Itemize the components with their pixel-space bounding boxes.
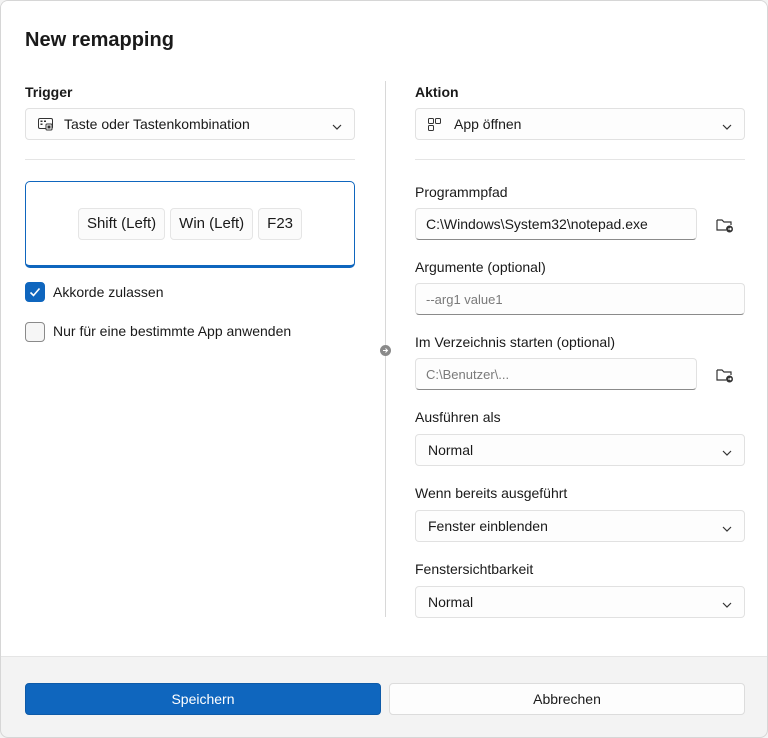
chevron-down-icon [722,597,732,608]
run-as-value: Normal [428,442,474,458]
program-path-value: C:\Windows\System32\notepad.exe [426,216,648,232]
window-visibility-label: Fenstersichtbarkeit [415,561,534,577]
chevron-down-icon [722,521,732,532]
key-chip: Shift (Left) [77,207,166,240]
trigger-divider [25,159,355,160]
program-path-label: Programmpfad [415,184,508,200]
dialog-title: New remapping [25,29,174,51]
if-running-label: Wenn bereits ausgeführt [415,485,568,501]
start-dir-placeholder: C:\Benutzer\... [426,366,510,382]
cancel-button[interactable]: Abbrechen [389,683,745,715]
arguments-input[interactable]: --arg1 value1 [415,283,745,315]
dialog-content: New remapping Trigger Taste oder Tastenk… [1,1,767,657]
key-chip: F23 [258,207,303,240]
folder-open-icon [716,369,733,383]
action-type-select[interactable]: App öffnen [415,108,745,140]
action-divider [415,159,745,160]
if-running-value: Fenster einblenden [428,518,548,534]
key-capture-box[interactable]: Shift (Left) Win (Left) F23 [25,181,355,268]
allow-chords-label: Akkorde zulassen [53,284,164,300]
action-type-value: App öffnen [454,116,522,132]
start-dir-input[interactable]: C:\Benutzer\... [415,358,697,390]
arrow-right-icon [380,345,391,356]
trigger-type-value: Taste oder Tastenkombination [64,116,250,132]
key-chip: Win (Left) [170,207,254,240]
trigger-type-select[interactable]: Taste oder Tastenkombination [25,108,355,140]
save-button[interactable]: Speichern [25,683,381,715]
action-section-label: Aktion [415,84,459,100]
start-dir-label: Im Verzeichnis starten (optional) [415,334,615,350]
arguments-placeholder: --arg1 value1 [426,291,503,307]
app-specific-checkbox[interactable] [25,322,45,342]
arguments-label: Argumente (optional) [415,259,546,275]
chevron-down-icon [722,119,732,130]
run-as-select[interactable]: Normal [415,434,745,466]
remapping-dialog: New remapping Trigger Taste oder Tastenk… [0,0,768,738]
program-path-input[interactable]: C:\Windows\System32\notepad.exe [415,208,697,240]
trigger-section-label: Trigger [25,84,73,100]
window-visibility-select[interactable]: Normal [415,586,745,618]
browse-program-button[interactable] [713,213,737,237]
folder-open-icon [716,219,733,233]
chevron-down-icon [332,119,342,130]
if-running-select[interactable]: Fenster einblenden [415,510,745,542]
allow-chords-checkbox[interactable] [25,282,45,302]
app-specific-label: Nur für eine bestimmte App anwenden [53,323,292,339]
browse-start-dir-button[interactable] [713,363,737,387]
run-as-label: Ausführen als [415,409,501,425]
chevron-down-icon [722,445,732,456]
checkmark-icon [29,287,41,297]
keyboard-icon [38,117,54,131]
window-visibility-value: Normal [428,594,474,610]
app-icon [428,117,444,131]
